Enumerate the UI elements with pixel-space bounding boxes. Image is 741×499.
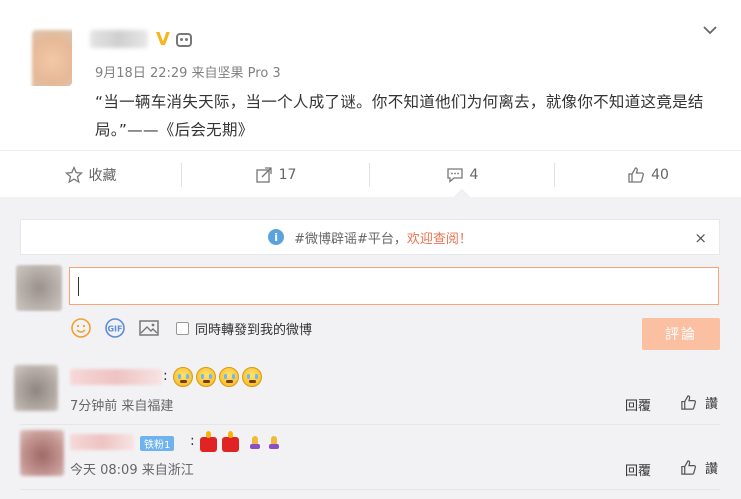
gif-icon[interactable]: GIF <box>104 317 126 339</box>
crying-emoji-icon <box>219 367 239 387</box>
crying-emoji-icon <box>242 367 262 387</box>
author-name-redacted[interactable] <box>90 30 148 48</box>
like-count: 40 <box>651 166 669 183</box>
thumbs-up-icon <box>628 166 645 183</box>
svg-text:GIF: GIF <box>107 325 122 334</box>
comment-section: i #微博辟谣#平台， 欢迎查阅！ × GIF 同時轉發到我的微博 評論: 7… <box>0 197 741 499</box>
notice-highlight[interactable]: 欢迎查阅！ <box>407 228 472 247</box>
like-button[interactable]: 40 <box>555 151 741 198</box>
submit-comment-button[interactable]: 評論 <box>642 318 720 350</box>
star-icon <box>64 165 83 183</box>
favorite-label: 收藏 <box>88 167 117 184</box>
like-label: 讚 <box>705 462 719 477</box>
post-meta: 9月18日 22:29 来自坚果 Pro 3 <box>95 66 281 81</box>
comment-icon <box>446 167 463 183</box>
comment-divider <box>20 489 720 490</box>
repost-button[interactable]: 17 <box>182 151 369 198</box>
comment-colon: : <box>190 433 195 449</box>
robot-icon <box>176 33 192 47</box>
comment-meta: 今天 08:09 来自浙江 <box>70 463 194 478</box>
composer-toolbar: GIF 同時轉發到我的微博 <box>70 317 312 339</box>
active-tab-caret-inner <box>455 190 469 197</box>
fan-badge-label: 铁粉1 <box>144 440 171 451</box>
comment-meta: 7分钟前 来自福建 <box>70 399 174 414</box>
commenter-name-redacted[interactable] <box>70 369 162 385</box>
reply-button[interactable]: 回覆 <box>625 460 651 479</box>
text-caret <box>78 277 79 296</box>
verified-badge: V <box>156 29 170 50</box>
crying-emoji-icon <box>173 367 193 387</box>
info-icon: i <box>268 229 285 245</box>
pray-emoji-icon <box>268 436 280 450</box>
current-user-avatar <box>16 265 62 311</box>
comment-input[interactable] <box>69 267 719 305</box>
crying-emoji-icon <box>196 367 216 387</box>
repost-icon <box>255 166 272 183</box>
weibo-post-page: V 9月18日 22:29 来自坚果 Pro 3 “当一辆车消失天际，当一个人成… <box>0 0 741 499</box>
pray-emoji-icon <box>249 436 261 450</box>
repost-checkbox[interactable]: 同時轉發到我的微博 <box>176 319 312 338</box>
comment-divider <box>20 424 720 425</box>
chevron-down-icon[interactable] <box>703 23 717 37</box>
thumbs-up-icon <box>681 395 696 410</box>
repost-count: 17 <box>278 166 297 183</box>
fan-level-badge: 铁粉1 <box>140 436 175 451</box>
commenter-avatar[interactable] <box>14 365 58 411</box>
post-text: “当一辆车消失天际，当一个人成了谜。你不知道他们为何离去，就像你不知道这竟是结局… <box>95 93 704 139</box>
image-icon[interactable] <box>138 317 160 339</box>
favorite-button[interactable]: 收藏 <box>0 151 181 198</box>
reply-button[interactable]: 回覆 <box>625 395 651 414</box>
commenter-avatar[interactable] <box>20 430 64 476</box>
post-action-bar: 收藏 17 4 40 <box>0 150 741 198</box>
close-icon[interactable]: × <box>694 229 707 247</box>
comment-count: 4 <box>469 166 479 183</box>
notice-prefix[interactable]: #微博辟谣#平台， <box>294 228 407 247</box>
like-label: 讚 <box>705 397 719 412</box>
comment-like-button[interactable]: 讚 <box>680 458 718 477</box>
comment-colon: : <box>163 368 168 384</box>
author-avatar[interactable] <box>14 14 72 86</box>
comment-like-button[interactable]: 讚 <box>680 393 718 412</box>
candle-emoji-icon <box>200 431 217 452</box>
repost-checkbox-label: 同時轉發到我的微博 <box>195 322 313 338</box>
checkbox-box[interactable] <box>176 321 189 335</box>
candle-emoji-icon <box>222 431 239 452</box>
thumbs-up-icon <box>681 460 696 475</box>
rumor-notice-banner: i #微博辟谣#平台， 欢迎查阅！ × <box>20 219 720 255</box>
commenter-name-redacted[interactable] <box>70 434 134 450</box>
emoji-icon[interactable] <box>70 317 92 339</box>
